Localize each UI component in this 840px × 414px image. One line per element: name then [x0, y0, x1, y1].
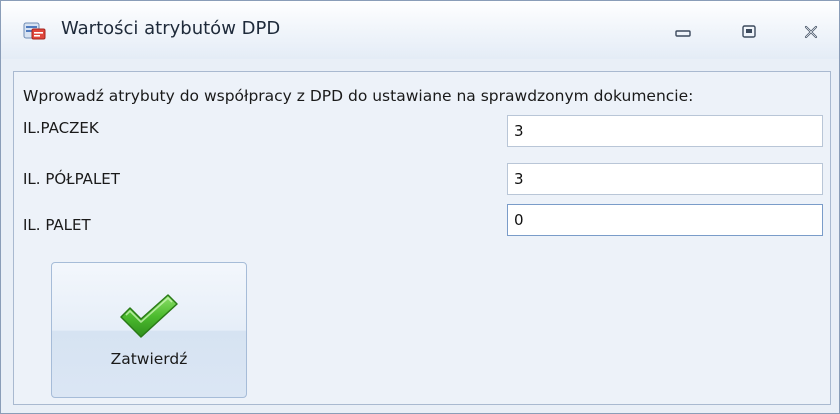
- minimize-icon: [675, 30, 691, 37]
- maximize-button[interactable]: [735, 22, 763, 42]
- confirm-button-label: Zatwierdź: [110, 350, 188, 368]
- confirm-button[interactable]: Zatwierdź: [51, 262, 247, 398]
- paczek-input[interactable]: [507, 115, 823, 147]
- window-title: Wartości atrybutów DPD: [61, 18, 281, 39]
- maximize-icon: [742, 25, 756, 38]
- paczek-label: IL.PACZEK: [23, 119, 99, 137]
- close-button[interactable]: [797, 22, 825, 42]
- checkmark-icon: [120, 294, 178, 338]
- minimize-button[interactable]: [669, 22, 697, 42]
- instructions-text: Wprowadź atrybuty do współpracy z DPD do…: [23, 87, 694, 105]
- polpalet-label: IL. PÓŁPALET: [23, 170, 120, 188]
- polpalet-input[interactable]: [507, 163, 823, 195]
- palet-input[interactable]: [507, 204, 823, 236]
- dialog-window: Wartości atrybutów DPD Wprowadź atrybuty…: [0, 0, 840, 414]
- dialog-app-icon: [23, 21, 47, 41]
- close-icon: [804, 25, 818, 39]
- title-bar[interactable]: Wartości atrybutów DPD: [1, 1, 839, 59]
- palet-label: IL. PALET: [23, 216, 91, 234]
